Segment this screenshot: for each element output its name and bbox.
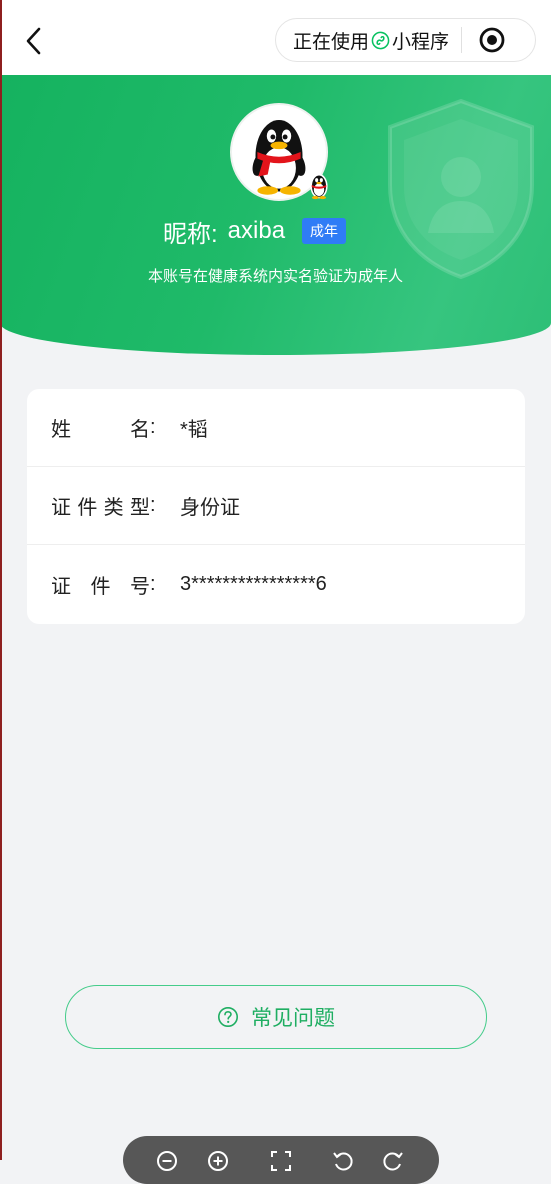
identity-label: 姓名 — [51, 419, 150, 441]
nickname-label: 昵称: — [163, 220, 218, 248]
identity-card: 姓名 : *韬 证件类型 : 身份证 证件号 : 3**************… — [27, 389, 525, 624]
miniprogram-capsule: 正在使用 小程序 — [275, 18, 536, 62]
window-edge — [0, 0, 2, 1160]
zoom-in-icon[interactable] — [206, 1149, 230, 1173]
record-target-icon — [479, 27, 505, 53]
faq-button-label: 常见问题 — [251, 1007, 335, 1030]
identity-row-doc-number: 证件号 : 3****************6 — [27, 545, 525, 623]
zoom-out-icon[interactable] — [155, 1149, 179, 1173]
verification-note: 本账号在健康系统内实名验证为成年人 — [147, 268, 403, 285]
viewer-toolbar — [123, 1136, 439, 1184]
back-button[interactable] — [18, 24, 50, 58]
identity-value: 3****************6 — [180, 572, 327, 595]
identity-row-doc-type: 证件类型 : 身份证 — [27, 467, 525, 545]
capsule-using-label: 正在使用 — [293, 31, 370, 53]
nickname-row: 昵称: axiba 成年 — [163, 214, 347, 248]
identity-colon: : — [150, 572, 156, 595]
rotate-left-icon[interactable] — [331, 1149, 355, 1173]
identity-value: 身份证 — [180, 497, 240, 519]
record-button[interactable] — [462, 18, 522, 62]
identity-value: *韬 — [180, 419, 208, 441]
fit-screen-icon[interactable] — [269, 1149, 293, 1173]
capsule-miniprogram-label: 小程序 — [392, 31, 450, 53]
adult-status-badge: 成年 — [302, 218, 347, 244]
top-nav-bar: 正在使用 小程序 — [0, 0, 551, 75]
identity-label: 证件号 — [51, 575, 150, 598]
qq-badge-icon — [306, 171, 332, 201]
identity-label: 证件类型 — [51, 497, 150, 519]
faq-button[interactable]: 常见问题 — [65, 985, 487, 1049]
back-chevron-icon — [26, 27, 41, 55]
identity-row-name: 姓名 : *韬 — [27, 389, 525, 467]
miniprogram-link-icon — [371, 31, 390, 50]
identity-colon: : — [150, 494, 156, 516]
nickname-value: axiba — [227, 217, 286, 244]
help-circle-icon — [218, 1007, 238, 1027]
identity-colon: : — [150, 416, 156, 438]
shield-watermark-icon — [388, 98, 534, 280]
rotate-right-icon[interactable] — [381, 1149, 405, 1173]
